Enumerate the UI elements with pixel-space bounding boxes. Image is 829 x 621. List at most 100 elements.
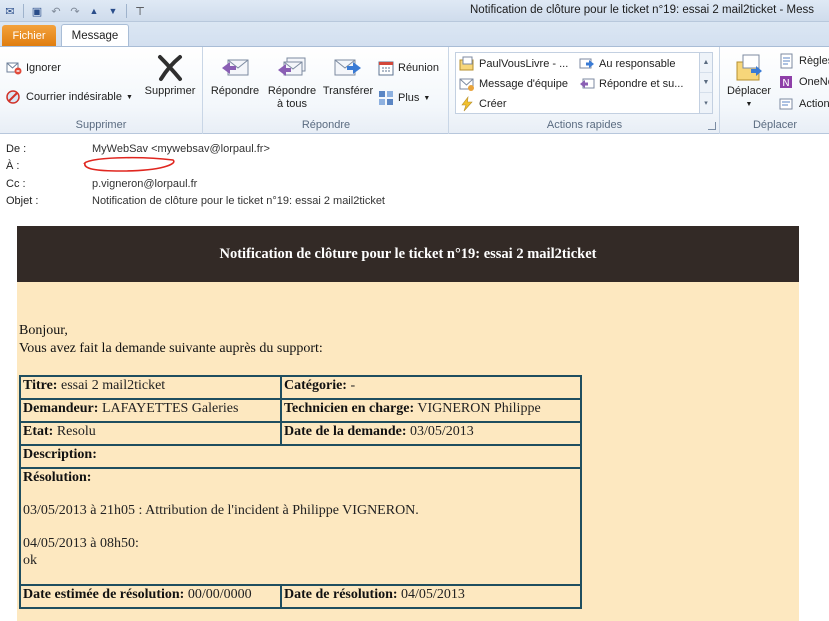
rules-label: Règles: [799, 55, 829, 67]
actions-button[interactable]: Actions: [779, 96, 829, 112]
quick-step-label: Créer: [479, 98, 507, 110]
table-row: Demandeur: LAFAYETTES Galeries Technicie…: [19, 398, 582, 423]
qat-separator: [23, 4, 24, 18]
junk-mail-icon: [6, 89, 22, 105]
chevron-down-icon: ▼: [423, 94, 431, 102]
header-to: À :: [6, 160, 92, 172]
greeting-text: Bonjour,: [19, 323, 68, 338]
junk-mail-label: Courrier indésirable: [26, 91, 122, 103]
header-subject: Objet : Notification de clôture pour le …: [6, 195, 385, 207]
mail-icon: ✉: [5, 5, 15, 18]
delete-icon: [154, 53, 186, 83]
ignore-label: Ignorer: [26, 62, 61, 74]
lightning-icon: [459, 96, 475, 112]
delete-button[interactable]: Supprimer: [141, 53, 199, 98]
customize-qat-icon[interactable]: ⊤: [132, 3, 148, 19]
table-row: Résolution: 03/05/2013 à 21h05 : Attribu…: [19, 467, 582, 586]
reply-icon: [219, 53, 251, 83]
quick-step-creer[interactable]: Créer: [459, 96, 507, 112]
categorie-cell: Catégorie: -: [280, 375, 582, 400]
down-arrow-icon[interactable]: ▼: [105, 3, 121, 19]
move-button[interactable]: Déplacer ▼: [723, 53, 775, 111]
quick-step-paulvouslivre[interactable]: PaulVousLivre - ...: [459, 56, 568, 72]
reply-all-icon: [276, 53, 308, 83]
date-demande-cell: Date de la demande: 03/05/2013: [280, 421, 582, 446]
up-arrow-icon[interactable]: ▲: [86, 3, 102, 19]
rules-button[interactable]: Règles: [779, 53, 829, 69]
quick-step-message-equipe[interactable]: Message d'équipe: [459, 76, 568, 92]
redo-icon[interactable]: ↷: [67, 3, 83, 19]
reply-all-label-2: à tous: [277, 98, 307, 110]
more-button[interactable]: Plus ▼: [378, 90, 430, 106]
reply-label: Répondre: [210, 85, 260, 97]
onenote-label: OneNo: [799, 76, 829, 88]
quick-step-au-responsable[interactable]: Au responsable: [579, 56, 675, 72]
scroll-up-icon[interactable]: ▲: [700, 53, 712, 73]
meeting-label: Réunion: [398, 62, 439, 74]
forward-button[interactable]: Transférer: [320, 53, 376, 98]
dialog-launcher-icon[interactable]: [708, 122, 716, 130]
titre-cell: Titre: essai 2 mail2ticket: [19, 375, 282, 400]
quick-step-label: Au responsable: [599, 58, 676, 70]
header-from: De : MyWebSav <mywebsav@lorpaul.fr>: [6, 143, 270, 155]
reply-delete-icon: [579, 76, 595, 92]
ignore-button[interactable]: Ignorer: [6, 60, 61, 76]
subject-label: Objet :: [6, 195, 39, 207]
group-actions-rapides: PaulVousLivre - ... Au responsable Messa…: [450, 47, 720, 134]
title-bar: ✉ ▣ ↶ ↷ ▲ ▼ ⊤ Notification de clôture po…: [0, 0, 829, 22]
more-label: Plus: [398, 92, 420, 104]
team-mail-icon: [459, 76, 475, 92]
group-label-actions-rapides: Actions rapides: [546, 119, 623, 131]
quick-step-label: PaulVousLivre - ...: [479, 58, 569, 70]
group-deplacer: Déplacer ▼ Règles N OneNo Actions Déplac…: [721, 47, 829, 134]
reply-button[interactable]: Répondre: [207, 53, 263, 98]
description-cell: Description:: [19, 444, 582, 469]
undo-icon[interactable]: ↶: [48, 3, 64, 19]
from-value[interactable]: MyWebSav <mywebsav@lorpaul.fr>: [92, 143, 270, 155]
save-icon[interactable]: ▣: [29, 3, 45, 19]
ignore-icon: [6, 60, 22, 76]
scroll-down-icon[interactable]: ▼: [700, 73, 712, 93]
gallery-expand-icon[interactable]: ▾: [700, 93, 712, 113]
ticket-table: Titre: essai 2 mail2ticket Catégorie: - …: [19, 375, 582, 609]
calendar-icon: [378, 60, 394, 76]
tab-message[interactable]: Message: [61, 24, 129, 47]
qat-separator: [126, 4, 127, 18]
cc-value[interactable]: p.vigneron@lorpaul.fr: [92, 178, 197, 190]
quick-step-repondre-supprimer[interactable]: Répondre et su...: [579, 76, 683, 92]
to-label: À :: [6, 160, 20, 172]
gallery-scrollbar[interactable]: ▲ ▼ ▾: [699, 53, 712, 113]
date-resolution-cell: Date de résolution: 04/05/2013: [280, 584, 582, 609]
quick-step-label: Répondre et su...: [599, 78, 684, 90]
ribbon: Ignorer Courrier indésirable ▼ Supprimer…: [0, 46, 829, 134]
table-row: Etat: Resolu Date de la demande: 03/05/2…: [19, 421, 582, 446]
subject-value: Notification de clôture pour le ticket n…: [92, 195, 385, 207]
email-banner: Notification de clôture pour le ticket n…: [17, 226, 799, 282]
junk-mail-button[interactable]: Courrier indésirable ▼: [6, 89, 133, 105]
move-to-folder-icon: [459, 56, 475, 72]
quick-step-label: Message d'équipe: [479, 78, 568, 90]
group-label-repondre: Répondre: [301, 119, 351, 131]
group-label-supprimer: Supprimer: [75, 119, 127, 131]
onenote-button[interactable]: N OneNo: [779, 74, 829, 90]
ribbon-tabs: Fichier Message: [0, 22, 829, 47]
intro-text: Vous avez fait la demande suivante auprè…: [19, 341, 323, 356]
resolution-cell: Résolution: 03/05/2013 à 21h05 : Attribu…: [19, 467, 582, 586]
forward-arrow-icon: [579, 56, 595, 72]
tab-fichier[interactable]: Fichier: [2, 25, 56, 46]
group-supprimer: Ignorer Courrier indésirable ▼ Supprimer…: [0, 47, 203, 134]
from-label: De :: [6, 143, 27, 155]
actions-label: Actions: [799, 98, 829, 110]
delete-label: Supprimer: [144, 85, 196, 97]
quick-access-toolbar: ✉ ▣ ↶ ↷ ▲ ▼ ⊤: [2, 3, 148, 19]
reply-all-button[interactable]: Répondre à tous: [264, 53, 320, 111]
etat-cell: Etat: Resolu: [19, 421, 282, 446]
cc-label: Cc :: [6, 178, 26, 190]
actions-icon: [779, 96, 795, 112]
email-greeting-block: Bonjour, Vous avez fait la demande suiva…: [19, 322, 323, 358]
group-label-deplacer: Déplacer: [752, 119, 798, 131]
chevron-down-icon: ▼: [745, 101, 753, 108]
onenote-icon: N: [779, 74, 795, 90]
meeting-button[interactable]: Réunion: [378, 60, 439, 76]
message-header: De : MyWebSav <mywebsav@lorpaul.fr> À : …: [0, 135, 829, 211]
